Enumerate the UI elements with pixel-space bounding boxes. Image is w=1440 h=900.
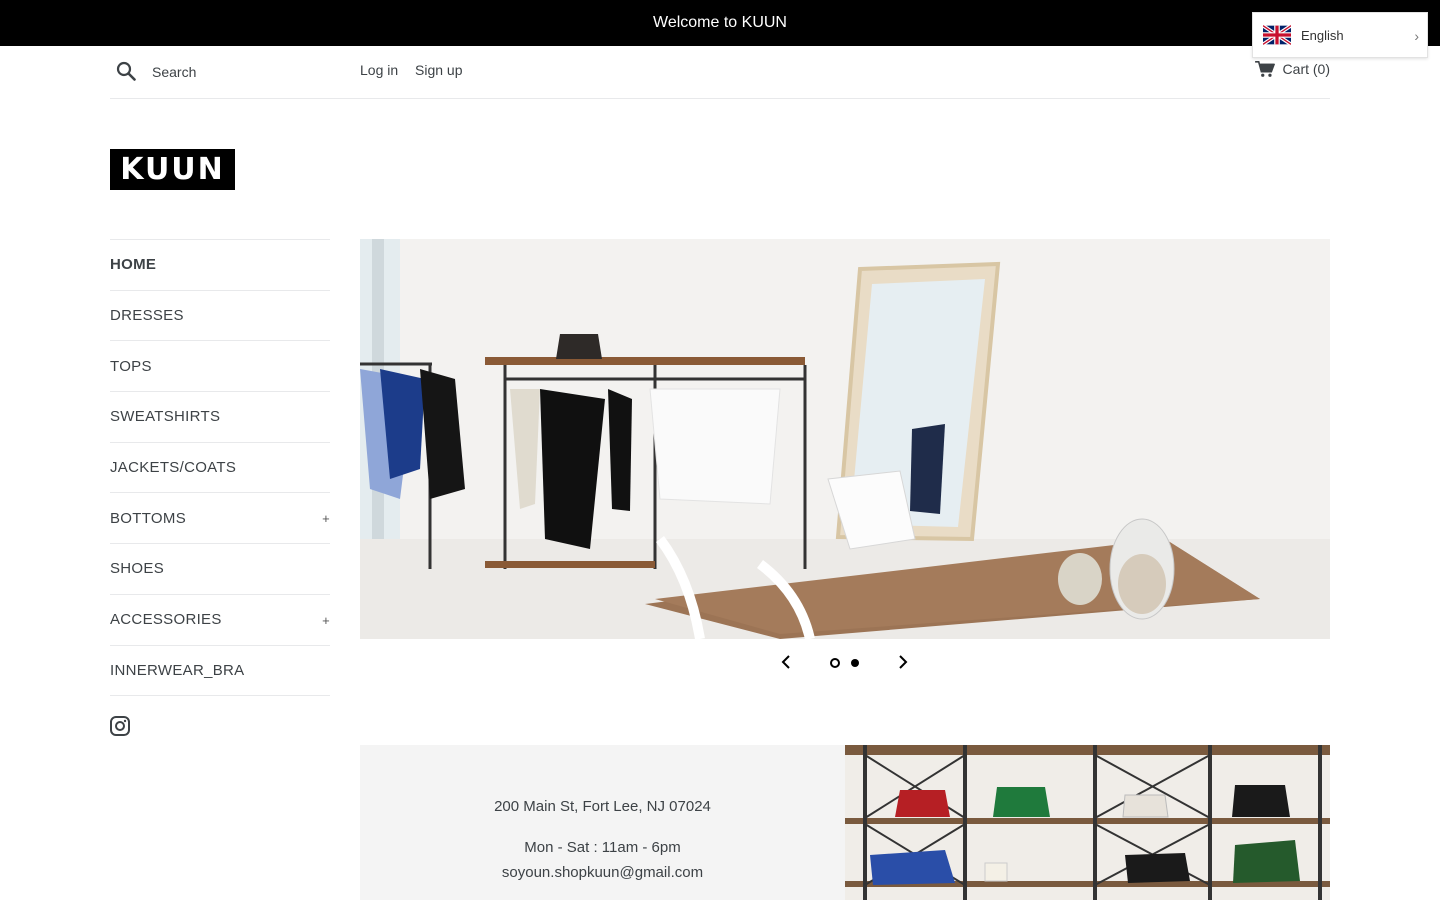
sidebar-item-shoes[interactable]: SHOES	[110, 544, 330, 595]
language-label: English	[1301, 27, 1344, 43]
chevron-left-icon[interactable]	[780, 655, 794, 669]
sidebar-item-label: INNERWEAR_BRA	[110, 661, 245, 679]
expand-plus-icon[interactable]: +	[322, 613, 330, 628]
search-icon[interactable]	[116, 61, 136, 81]
slide-dot-2[interactable]	[851, 659, 859, 667]
slide-dot-1[interactable]	[830, 658, 840, 668]
store-info-panel: 200 Main St, Fort Lee, NJ 07024 Mon - Sa…	[360, 745, 845, 900]
sidebar-item-sweatshirts[interactable]: SWEATSHIRTS	[110, 392, 330, 443]
announcement-text: Welcome to KUUN	[653, 14, 787, 31]
chevron-right-icon[interactable]	[895, 655, 909, 669]
sidebar-item-bottoms[interactable]: BOTTOMS +	[110, 493, 330, 545]
slideshow-controls	[775, 652, 915, 674]
login-link[interactable]: Log in	[360, 62, 398, 78]
sidebar-item-label: DRESSES	[110, 307, 184, 325]
sidebar-nav: HOME DRESSES TOPS SWEATSHIRTS JACKETS/CO…	[110, 239, 330, 697]
sidebar-item-tops[interactable]: TOPS	[110, 341, 330, 393]
sidebar-item-jackets-coats[interactable]: JACKETS/COATS	[110, 443, 330, 494]
logo-text: KUUN	[120, 152, 225, 187]
store-email[interactable]: soyoun.shopkuun@gmail.com	[360, 864, 845, 881]
site-header: Log in Sign up Cart (0)	[110, 46, 1330, 99]
hero-slideshow[interactable]	[360, 239, 1330, 639]
sidebar-item-label: TOPS	[110, 357, 152, 375]
sidebar-item-label: ACCESSORIES	[110, 611, 222, 629]
cart-label: Cart (0)	[1282, 61, 1330, 77]
cart-link[interactable]: Cart (0)	[1254, 60, 1330, 78]
signup-link[interactable]: Sign up	[415, 62, 462, 78]
bag-shelf-image	[845, 745, 1330, 900]
sidebar-item-label: JACKETS/COATS	[110, 459, 237, 477]
expand-plus-icon[interactable]: +	[322, 511, 330, 526]
cart-icon	[1254, 60, 1275, 77]
language-switcher[interactable]: English ›	[1252, 12, 1428, 58]
sidebar-item-label: HOME	[110, 256, 157, 274]
sidebar-item-label: BOTTOMS	[110, 509, 186, 527]
instagram-icon[interactable]	[110, 716, 130, 736]
showroom-photo	[360, 239, 1330, 639]
sidebar-item-innerwear-bra[interactable]: INNERWEAR_BRA	[110, 646, 330, 697]
sidebar-item-accessories[interactable]: ACCESSORIES +	[110, 595, 330, 646]
announcement-bar: Welcome to KUUN	[0, 0, 1440, 46]
sidebar-item-label: SWEATSHIRTS	[110, 408, 221, 426]
store-hours: Mon - Sat : 11am - 6pm	[524, 839, 681, 856]
chevron-right-icon: ›	[1414, 28, 1419, 44]
sidebar-item-dresses[interactable]: DRESSES	[110, 291, 330, 342]
sidebar-item-home[interactable]: HOME	[110, 240, 330, 291]
store-address: 200 Main St, Fort Lee, NJ 07024	[494, 798, 711, 815]
sidebar-item-label: SHOES	[110, 560, 165, 578]
uk-flag-icon	[1263, 25, 1291, 45]
kuun-logo[interactable]: KUUN	[110, 149, 235, 190]
shelf-photo	[845, 745, 1330, 900]
search-input[interactable]	[152, 60, 342, 84]
